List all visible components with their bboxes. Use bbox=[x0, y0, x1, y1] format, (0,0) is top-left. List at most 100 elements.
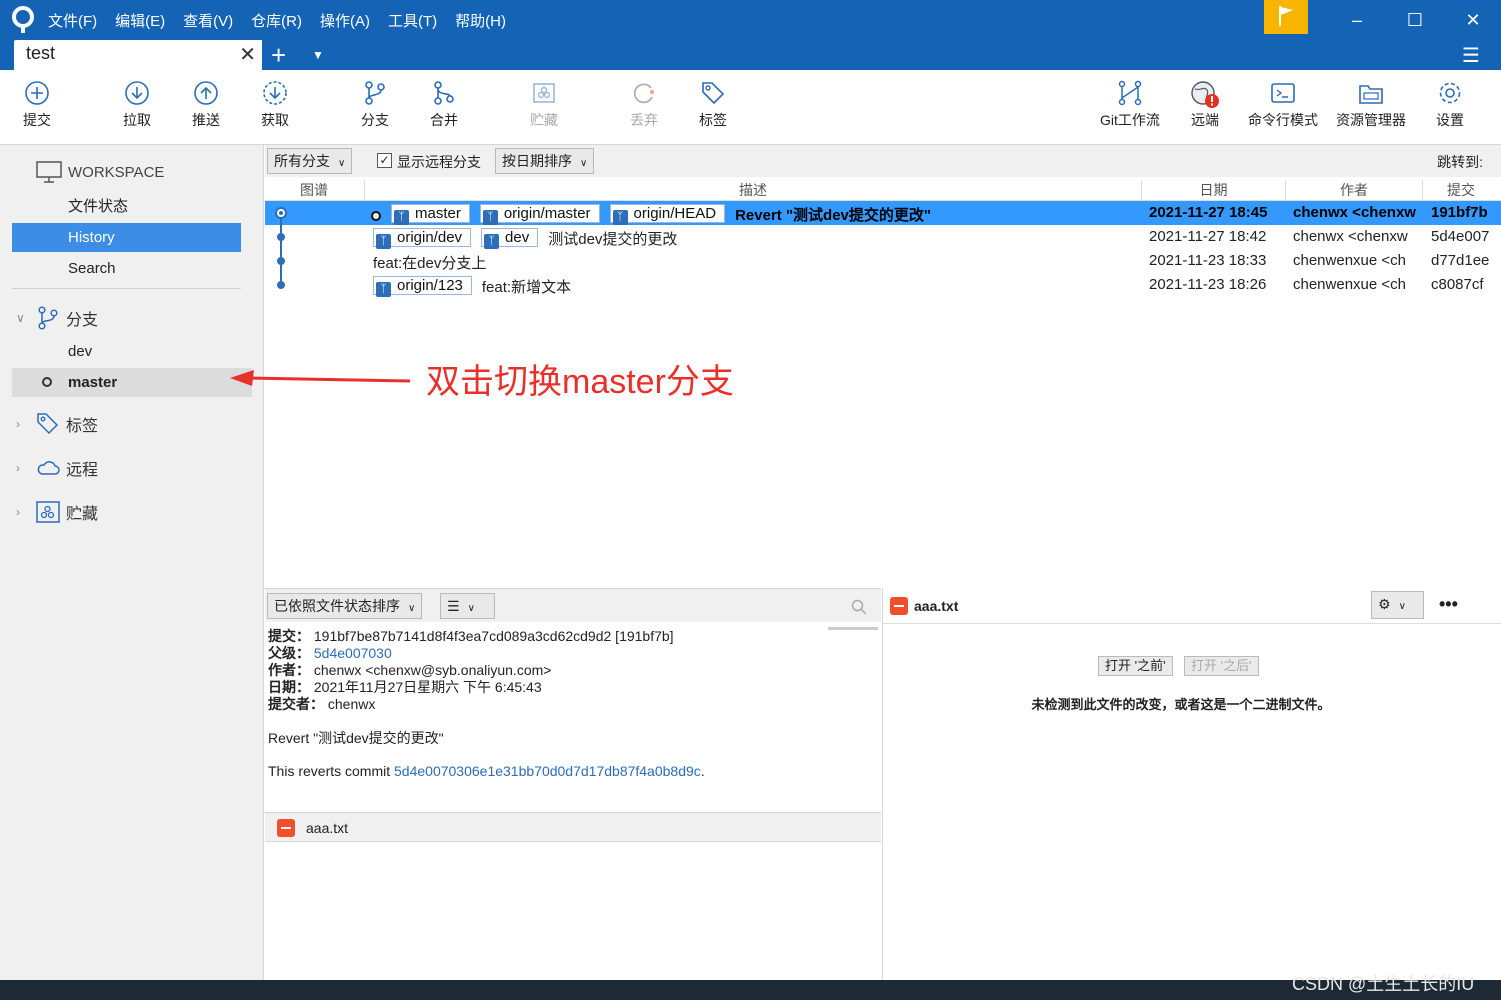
commit-author: chenwenxue <ch bbox=[1293, 252, 1406, 269]
parent-link[interactable]: 5d4e007030 bbox=[314, 645, 392, 661]
commit-message: Revert "测试dev提交的更改" bbox=[735, 207, 932, 224]
sidebar-item-file-status[interactable]: 文件状态 bbox=[12, 192, 241, 221]
sidebar-item-history[interactable]: History bbox=[12, 223, 241, 252]
settings-button[interactable]: 设置 bbox=[1415, 80, 1485, 140]
changed-file-row[interactable]: aaa.txt bbox=[265, 812, 881, 842]
ref-tag[interactable]: ᛉ origin/123 bbox=[373, 276, 472, 297]
fetch-button[interactable]: 获取 bbox=[240, 80, 310, 140]
branch-filter-dropdown[interactable]: 所有分支 ∨ bbox=[267, 148, 353, 174]
sidebar-item-search[interactable]: Search bbox=[12, 254, 241, 283]
menu-file[interactable]: 文件(F) bbox=[48, 10, 97, 31]
menu-view[interactable]: 查看(V) bbox=[183, 10, 233, 31]
show-remote-label: 显示远程分支 bbox=[397, 154, 481, 170]
view-mode-dropdown[interactable]: ☰ ∨ bbox=[440, 593, 495, 619]
commit-button[interactable]: 提交 bbox=[2, 80, 72, 140]
windows-taskbar bbox=[0, 980, 1501, 1000]
tags-header[interactable]: › 标签 bbox=[16, 409, 98, 439]
arrow-up-circle-icon bbox=[194, 81, 218, 105]
notification-flag-button[interactable] bbox=[1264, 0, 1308, 34]
col-graph[interactable]: 图谱 bbox=[265, 180, 363, 200]
branches-header[interactable]: ∨ 分支 bbox=[16, 303, 98, 333]
col-author[interactable]: 作者 bbox=[1286, 180, 1422, 200]
col-commit[interactable]: 提交 bbox=[1423, 180, 1499, 200]
menu-edit[interactable]: 编辑(E) bbox=[115, 10, 165, 31]
chevron-down-icon: ∨ bbox=[408, 603, 416, 614]
commit-hash: 191bf7b bbox=[1431, 204, 1488, 221]
maximize-button[interactable]: ☐ bbox=[1386, 0, 1444, 40]
more-options-icon[interactable]: ••• bbox=[1439, 594, 1458, 615]
chevron-down-icon: ∨ bbox=[467, 603, 475, 614]
remote-button[interactable]: 远端 bbox=[1170, 80, 1240, 140]
sidebar-divider bbox=[12, 288, 241, 289]
chevron-down-icon: ∨ bbox=[16, 311, 25, 325]
col-date[interactable]: 日期 bbox=[1142, 180, 1285, 200]
reverted-commit-link[interactable]: 5d4e0070306e1e31bb70d0d7d17db87f4a0b8d9c bbox=[394, 763, 701, 779]
explorer-button[interactable]: 资源管理器 bbox=[1331, 80, 1411, 140]
new-tab-button[interactable]: + bbox=[271, 40, 286, 70]
list-icon: ☰ bbox=[447, 598, 460, 614]
tab-list-dropdown-icon[interactable]: ▼ bbox=[312, 44, 324, 66]
commit-message: feat:在dev分支上 bbox=[373, 255, 487, 272]
branch-icon bbox=[38, 306, 58, 330]
graph-node bbox=[277, 281, 285, 289]
terminal-button[interactable]: 命令行模式 bbox=[1243, 80, 1323, 140]
file-sort-dropdown[interactable]: 已依照文件状态排序 ∨ bbox=[267, 593, 423, 619]
sort-order-dropdown[interactable]: 按日期排序 ∨ bbox=[495, 148, 595, 174]
minimize-button[interactable]: – bbox=[1328, 0, 1386, 40]
menu-repository[interactable]: 仓库(R) bbox=[251, 10, 302, 31]
commit-author: chenwenxue <ch bbox=[1293, 276, 1406, 293]
commit-row-selected[interactable]: ᛉ master ᛉ origin/master ᛉ origin/HEAD Revert … bbox=[265, 201, 1501, 225]
diff-message: 未检测到此文件的改变，或者这是一个二进制文件。 bbox=[1031, 697, 1331, 712]
annotation-arrow-icon bbox=[230, 370, 411, 386]
repo-tab[interactable]: test ✕ bbox=[14, 40, 262, 70]
graph-node bbox=[277, 233, 285, 241]
sourcetree-logo-icon bbox=[12, 6, 34, 33]
file-removed-icon bbox=[277, 819, 295, 837]
ref-tag[interactable]: ᛉ dev bbox=[481, 228, 539, 249]
sidebar-branch-dev[interactable]: dev bbox=[12, 337, 241, 366]
commit-row[interactable]: ᛉ origin/dev ᛉ dev 测试dev提交的更改 2021-11-27 18:… bbox=[265, 225, 1501, 249]
stash-button[interactable]: 贮藏 bbox=[509, 80, 579, 140]
pull-button[interactable]: 拉取 bbox=[102, 80, 172, 140]
show-remote-checkbox[interactable]: ✓ bbox=[377, 153, 392, 168]
commit-row[interactable]: ᛉ origin/123 feat:新增文本 2021-11-23 18:26 ch… bbox=[265, 273, 1501, 297]
ref-tag[interactable]: ᛉ master bbox=[391, 204, 470, 225]
merge-button[interactable]: 合并 bbox=[409, 80, 479, 140]
diff-options-dropdown[interactable]: ⚙ ∨ bbox=[1371, 591, 1424, 619]
menu-help[interactable]: 帮助(H) bbox=[455, 10, 506, 31]
search-icon[interactable] bbox=[851, 599, 867, 615]
fetch-dashed-circle-icon bbox=[263, 81, 287, 105]
gear-icon bbox=[1439, 82, 1461, 104]
open-before-button[interactable]: 打开 '之前' bbox=[1098, 656, 1173, 676]
sidebar-branch-master[interactable]: master bbox=[12, 368, 252, 397]
branch-button[interactable]: 分支 bbox=[340, 80, 410, 140]
file-removed-icon bbox=[890, 597, 908, 615]
tag-button[interactable]: 标签 bbox=[678, 80, 748, 140]
chevron-down-icon: ∨ bbox=[338, 158, 346, 169]
open-after-button[interactable]: 打开 '之后' bbox=[1184, 656, 1259, 676]
ref-tag[interactable]: ᛉ origin/dev bbox=[373, 228, 472, 249]
col-description[interactable]: 描述 bbox=[365, 180, 1141, 200]
author-value: chenwx <chenxw@syb.onaliyun.com> bbox=[313, 662, 552, 678]
remotes-header[interactable]: › 远程 bbox=[16, 453, 98, 483]
history-filter-bar: 所有分支 ∨ ✓ 显示远程分支 按日期排序 ∨ 跳转到: bbox=[265, 145, 1501, 177]
head-marker-icon bbox=[371, 211, 381, 222]
discard-button[interactable]: 丢弃 bbox=[609, 80, 679, 140]
menu-actions[interactable]: 操作(A) bbox=[320, 10, 370, 31]
git-flow-button[interactable]: Git工作流 bbox=[1092, 80, 1168, 140]
push-button[interactable]: 推送 bbox=[171, 80, 241, 140]
menu-tools[interactable]: 工具(T) bbox=[388, 10, 437, 31]
hamburger-menu-icon[interactable]: ☰ bbox=[1462, 43, 1480, 68]
commit-sha: 191bf7be87b7141d8f4f3ea7cd089a3cd62cd9d2… bbox=[313, 628, 674, 644]
tag-icon bbox=[37, 413, 59, 435]
commit-details: 提交： 191bf7be87b7141d8f4f3ea7cd089a3cd62c… bbox=[268, 628, 878, 780]
commit-row[interactable]: feat:在dev分支上 2021-11-23 18:33 chenwenxue… bbox=[265, 249, 1501, 273]
watermark: CSDN @土生土长的IU bbox=[1292, 974, 1475, 994]
stashes-header[interactable]: › 贮藏 bbox=[16, 497, 98, 527]
close-tab-icon[interactable]: ✕ bbox=[239, 42, 256, 67]
close-window-button[interactable]: ✕ bbox=[1444, 0, 1501, 40]
ref-tag[interactable]: ᛉ origin/master bbox=[479, 204, 600, 225]
ref-tag[interactable]: ᛉ origin/HEAD bbox=[609, 204, 726, 225]
current-branch-icon bbox=[42, 377, 52, 387]
commit-graph bbox=[275, 207, 287, 289]
